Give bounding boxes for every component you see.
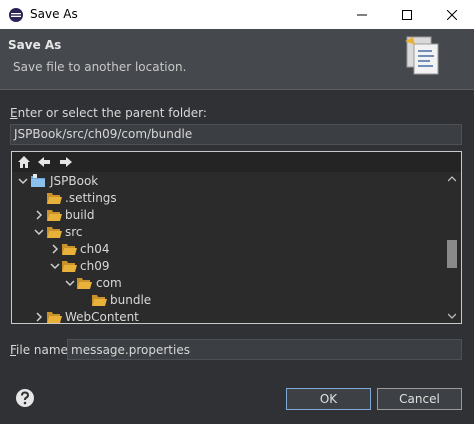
- tree-toolbar: [12, 152, 461, 172]
- folder-open-icon: [92, 295, 107, 306]
- close-icon: [446, 9, 457, 20]
- tree-item-label: bundle: [110, 293, 152, 307]
- tree-item-jspbook[interactable]: JSPBook: [12, 173, 444, 190]
- tree-item-ch09[interactable]: ch09: [12, 258, 444, 275]
- tree-item-label: ch09: [80, 259, 110, 273]
- maximize-button[interactable]: [384, 0, 429, 29]
- scroll-up-arrow-icon[interactable]: [448, 175, 456, 183]
- folder-open-icon: [62, 261, 77, 272]
- chevron-down-icon[interactable]: [34, 227, 44, 237]
- folder-open-icon: [62, 244, 77, 255]
- eclipse-app-icon: [9, 8, 23, 22]
- tree-item-build[interactable]: build: [12, 207, 444, 224]
- chevron-right-icon[interactable]: [34, 210, 44, 220]
- scroll-down-arrow-icon[interactable]: [448, 312, 456, 320]
- save-as-banner-icon: [405, 36, 439, 75]
- chevron-down-icon[interactable]: [65, 278, 75, 288]
- ok-button[interactable]: OK: [286, 388, 371, 410]
- maximize-icon: [401, 9, 412, 20]
- tree-item-label: build: [65, 208, 95, 222]
- tree-vertical-scrollbar[interactable]: [444, 172, 460, 323]
- forward-arrow-icon[interactable]: [58, 154, 74, 170]
- parent-folder-input[interactable]: JSPBook/src/ch09/com/bundle: [10, 124, 462, 145]
- minimize-icon: [356, 14, 367, 15]
- chevron-down-icon[interactable]: [50, 261, 60, 271]
- title-bar: Save As: [0, 0, 474, 29]
- tree-item-settings[interactable]: .settings: [12, 190, 444, 207]
- folder-open-icon: [47, 312, 62, 323]
- folder-open-icon: [47, 210, 62, 221]
- chevron-right-icon[interactable]: [34, 312, 44, 322]
- tree-item-ch04[interactable]: ch04: [12, 241, 444, 258]
- tree-item-label: JSPBook: [50, 174, 99, 188]
- tree-item-bundle[interactable]: bundle: [12, 292, 444, 309]
- tree-item-label: src: [65, 225, 83, 239]
- header-divider: [0, 89, 474, 90]
- back-arrow-icon[interactable]: [36, 154, 52, 170]
- dialog-header: Save As Save file to another location.: [0, 29, 474, 89]
- tree-item-com[interactable]: com: [12, 275, 444, 292]
- help-icon[interactable]: [15, 388, 35, 408]
- file-name-input[interactable]: [67, 339, 462, 360]
- folder-tree[interactable]: JSPBook .settings build src ch04 ch09 co…: [11, 151, 462, 324]
- chevron-right-icon[interactable]: [50, 244, 60, 254]
- close-button[interactable]: [429, 0, 474, 29]
- scrollbar-thumb[interactable]: [447, 240, 457, 268]
- home-icon[interactable]: [16, 154, 32, 170]
- minimize-button[interactable]: [339, 0, 384, 29]
- parent-folder-label: Enter or select the parent folder:: [10, 106, 207, 120]
- file-name-label: File name:: [10, 343, 72, 357]
- tree-item-webcontent[interactable]: WebContent: [12, 309, 444, 324]
- dialog-title: Save As: [8, 38, 62, 52]
- tree-item-label: WebContent: [65, 310, 139, 324]
- cancel-button[interactable]: Cancel: [377, 388, 462, 410]
- folder-open-icon: [77, 278, 92, 289]
- window-title: Save As: [30, 7, 78, 21]
- project-folder-icon: [31, 174, 45, 187]
- tree-item-label: com: [96, 276, 122, 290]
- tree-item-label: ch04: [80, 242, 110, 256]
- folder-open-icon: [47, 193, 62, 204]
- tree-item-src[interactable]: src: [12, 224, 444, 241]
- folder-open-icon: [47, 227, 62, 238]
- chevron-down-icon[interactable]: [18, 176, 28, 186]
- dialog-subtitle: Save file to another location.: [13, 60, 187, 74]
- tree-item-label: .settings: [65, 191, 117, 205]
